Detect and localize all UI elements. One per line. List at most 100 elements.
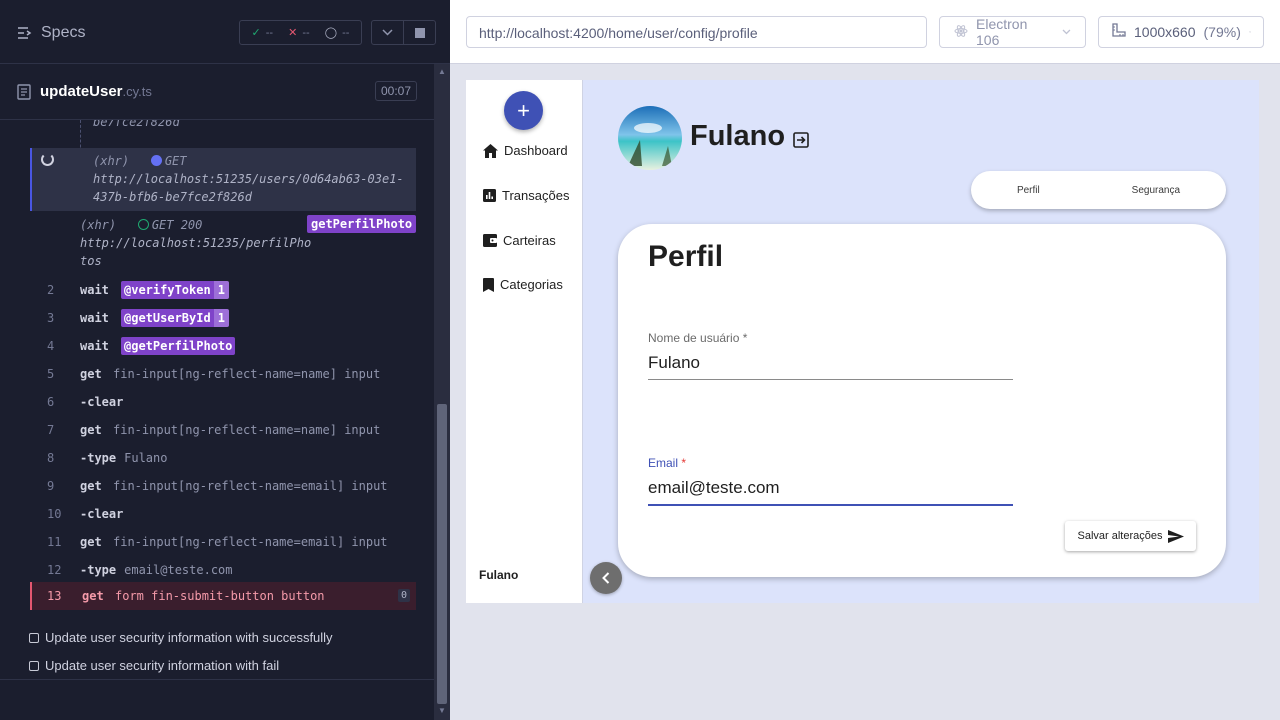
chevron-down-icon — [1062, 29, 1071, 35]
stop-button[interactable] — [403, 20, 436, 45]
pending-stat: ◯ -- — [324, 26, 350, 40]
scrollbar-thumb[interactable] — [437, 404, 447, 704]
command-row[interactable]: 4 wait @getPerfilPhoto — [30, 332, 416, 360]
cross-icon: ✕ — [288, 27, 298, 39]
document-icon — [17, 84, 31, 100]
sidebar-item-dashboard[interactable]: Dashboard — [483, 143, 568, 158]
spec-header: updateUser.cy.ts 00:07 — [0, 64, 434, 120]
xhr-done-entry[interactable]: (xhr) GET 200 http://localhost:51235/per… — [80, 215, 417, 268]
email-field[interactable]: Email * email@teste.com — [648, 456, 1013, 506]
bar-chart-icon — [483, 189, 496, 202]
xhr-alias-tag: getPerfilPhoto — [307, 215, 417, 233]
email-input[interactable]: email@teste.com — [648, 478, 1013, 506]
pending-circle-icon: ◯ — [324, 27, 338, 39]
command-row[interactable]: 5 get fin-input[ng-reflect-name=name] in… — [30, 360, 416, 388]
browser-selector[interactable]: Electron 106 — [939, 16, 1086, 48]
profile-tabs: Perfil Segurança — [971, 171, 1226, 209]
element-count-badge: 0 — [397, 589, 410, 602]
xhr-url-line2: 437b-bfb6-be7fce2f826d — [93, 190, 252, 204]
test-stats: ✓ -- ✕ -- ◯ -- — [239, 20, 362, 45]
scroll-up-icon[interactable]: ▲ — [437, 68, 447, 76]
passed-stat: ✓ -- — [251, 26, 274, 40]
spec-file[interactable]: updateUser.cy.ts — [17, 83, 152, 101]
email-label: Email — [648, 456, 679, 470]
chevron-down-button[interactable] — [371, 20, 404, 45]
command-row[interactable]: 3 wait @getUserById 1 — [30, 304, 416, 332]
loading-spinner-icon — [41, 153, 54, 166]
check-icon: ✓ — [251, 27, 261, 39]
specs-list-icon — [17, 26, 33, 40]
alias-tag: @verifyToken — [121, 281, 214, 299]
xhr-kind: (xhr) — [93, 154, 130, 168]
spec-file-name: updateUser — [40, 83, 123, 100]
profile-page: Fulano Perfil Segurança Perfil Nome de u… — [583, 80, 1259, 603]
command-row[interactable]: 8 -type Fulano — [30, 444, 416, 472]
save-button[interactable]: Salvar alterações — [1065, 521, 1196, 551]
spec-file-ext: .cy.ts — [122, 84, 152, 99]
command-row[interactable]: 10 -clear — [30, 500, 416, 528]
electron-icon — [954, 24, 968, 41]
command-row[interactable]: 7 get fin-input[ng-reflect-name=name] in… — [30, 416, 416, 444]
send-icon — [1167, 529, 1184, 543]
viewport-selector[interactable]: 1000x660 (79%) — [1098, 16, 1264, 48]
aut-url-bar[interactable]: http://localhost:4200/home/user/config/p… — [466, 16, 927, 48]
alias-count: 1 — [213, 281, 229, 299]
test-status-icon — [29, 660, 39, 671]
command-row[interactable]: 11 get fin-input[ng-reflect-name=email] … — [30, 528, 416, 556]
alias-tag: @getPerfilPhoto — [121, 337, 236, 355]
username-field[interactable]: Nome de usuário * Fulano — [648, 331, 1013, 380]
tab-perfil[interactable]: Perfil — [1017, 185, 1040, 196]
xhr-url-line2: tos — [80, 254, 102, 268]
sidebar-item-transacoes[interactable]: Transações — [483, 188, 569, 203]
sidebar-item-categorias[interactable]: Categorias — [483, 277, 563, 292]
wallet-icon — [483, 234, 497, 247]
sidebar-user-name[interactable]: Fulano — [479, 568, 518, 582]
app-sidebar: + Dashboard Transações Carteiras Categor… — [466, 80, 583, 603]
test-status-icon — [29, 632, 39, 643]
command-row[interactable]: 12 -type email@teste.com — [30, 556, 416, 584]
avatar[interactable] — [618, 106, 682, 170]
logout-icon[interactable] — [793, 132, 810, 153]
scroll-down-icon[interactable]: ▼ — [437, 707, 447, 715]
complete-ring-icon — [137, 219, 149, 230]
pending-dot-icon — [150, 155, 162, 166]
aut-header: http://localhost:4200/home/user/config/p… — [450, 0, 1280, 64]
home-icon — [483, 143, 498, 158]
username-label: Nome de usuário — [648, 331, 740, 345]
profile-card: Perfil Nome de usuário * Fulano Email * … — [618, 224, 1226, 577]
specs-label: Specs — [41, 24, 86, 41]
chevron-down-icon — [1249, 31, 1251, 33]
alias-tag: @getUserById — [121, 309, 214, 327]
chevron-down-icon — [382, 29, 393, 36]
specs-toggle[interactable]: Specs — [17, 24, 85, 42]
command-row-failed[interactable]: 13 get form fin-submit-button button 0 — [30, 582, 416, 610]
runner-toolbar: Specs ✓ -- ✕ -- ◯ -- — [0, 0, 450, 64]
profile-name: Fulano — [690, 120, 786, 152]
xhr-method-status: GET 200 — [151, 218, 203, 232]
xhr-url-line1: http://localhost:51235/users/0d64ab63-03… — [93, 172, 404, 186]
alias-count: 1 — [213, 309, 229, 327]
xhr-log-fragment: be7fce2f826d — [93, 120, 180, 129]
scrollbar[interactable]: ▲ ▼ — [434, 64, 450, 720]
add-button[interactable]: + — [504, 91, 543, 130]
xhr-kind: (xhr) — [80, 218, 117, 232]
spec-duration: 00:07 — [375, 81, 418, 101]
cypress-runner-panel: Specs ✓ -- ✕ -- ◯ -- updateUser.cy.ts 00:07… — [0, 0, 450, 720]
stop-icon — [414, 27, 425, 38]
test-item[interactable]: Update user security information with fa… — [29, 658, 279, 673]
app-viewport: + Dashboard Transações Carteiras Categor… — [466, 80, 1259, 603]
sidebar-item-carteiras[interactable]: Carteiras — [483, 233, 556, 248]
command-log: be7fce2f826d (xhr) GET http://localhost:… — [0, 120, 434, 680]
test-item[interactable]: Update user security information with su… — [29, 630, 333, 645]
divider — [0, 679, 434, 680]
tab-seguranca[interactable]: Segurança — [1132, 185, 1180, 196]
command-row[interactable]: 2 wait @verifyToken 1 — [30, 276, 416, 304]
xhr-active-entry[interactable]: (xhr) GET http://localhost:51235/users/0… — [30, 148, 416, 211]
xhr-method: GET — [164, 154, 187, 168]
bookmark-icon — [483, 277, 494, 292]
username-input[interactable]: Fulano — [648, 353, 1013, 380]
xhr-url-line1: http://localhost:51235/perfilPho — [80, 236, 312, 250]
card-title: Perfil — [648, 240, 724, 273]
command-row[interactable]: 6 -clear — [30, 388, 416, 416]
command-row[interactable]: 9 get fin-input[ng-reflect-name=email] i… — [30, 472, 416, 500]
